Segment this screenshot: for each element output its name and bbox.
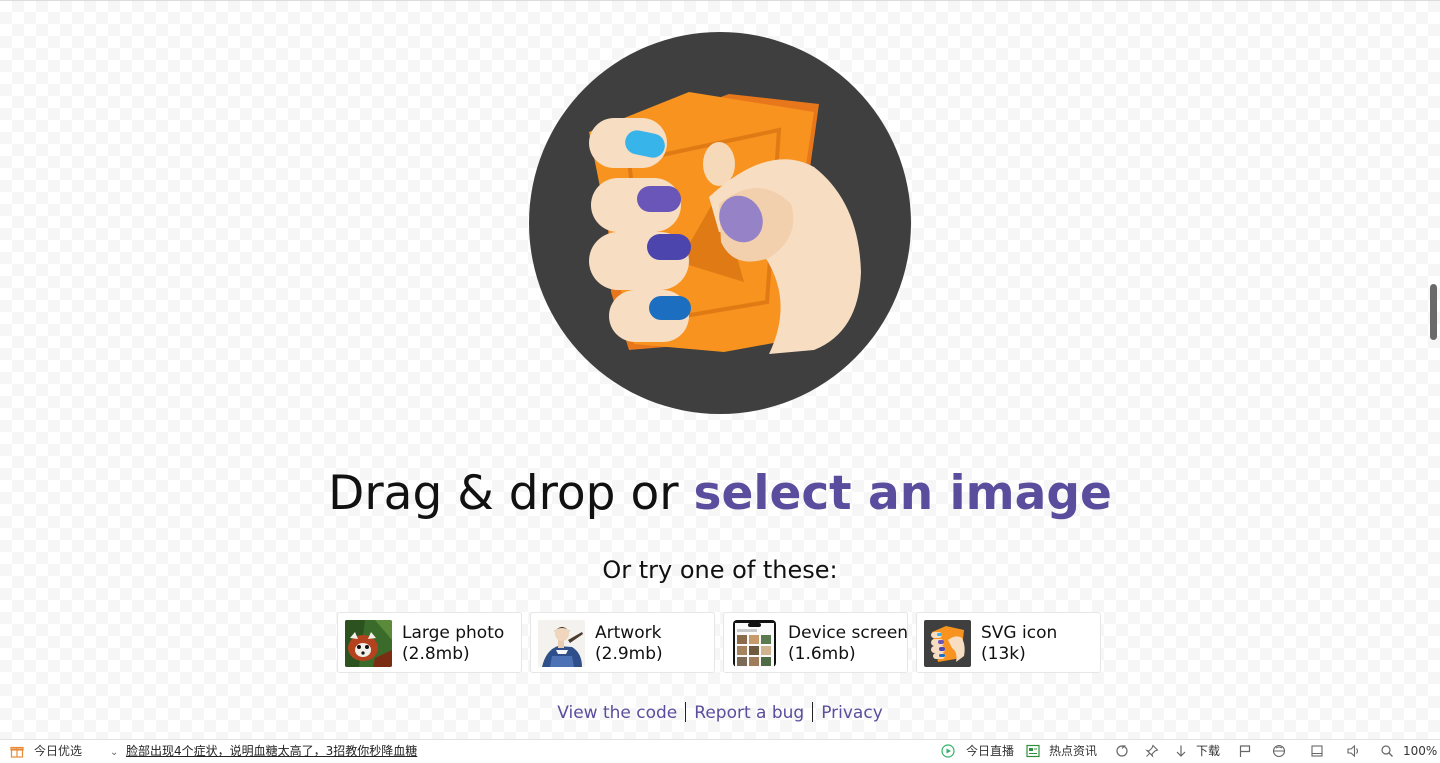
demo-size: (13k) bbox=[981, 644, 1026, 664]
refresh-icon[interactable] bbox=[1115, 744, 1129, 758]
footer-links: View the code Report a bug Privacy bbox=[0, 702, 1440, 723]
demo-name: SVG icon bbox=[981, 623, 1058, 643]
drop-prompt: Drag & drop or select an image bbox=[0, 466, 1440, 521]
play-icon[interactable] bbox=[941, 744, 955, 758]
demo-name: Artwork bbox=[595, 623, 662, 643]
view-code-link[interactable]: View the code bbox=[549, 703, 685, 723]
browser-status-bar: 今日优选 ⌄ 脸部出现4个症状，说明血糖太高了，3招教你秒降血糖 今日直播 热点… bbox=[0, 739, 1440, 763]
pin-icon[interactable] bbox=[1145, 744, 1159, 758]
device-screen-thumbnail bbox=[731, 620, 778, 667]
demo-device-screen-button[interactable]: Device screen (1.6mb) bbox=[723, 612, 908, 673]
download-icon[interactable] bbox=[1174, 744, 1188, 758]
demo-name: Large photo bbox=[402, 623, 505, 643]
demo-size: (2.8mb) bbox=[402, 644, 470, 664]
artwork-thumbnail bbox=[538, 620, 585, 667]
report-bug-link[interactable]: Report a bug bbox=[686, 703, 812, 723]
zoom-icon[interactable] bbox=[1380, 744, 1394, 758]
scrollbar-thumb[interactable] bbox=[1430, 284, 1437, 340]
news-headline-link[interactable]: 脸部出现4个症状，说明血糖太高了，3招教你秒降血糖 bbox=[126, 744, 417, 759]
squoosh-logo-thumbnail bbox=[924, 620, 971, 667]
squoosh-logo[interactable] bbox=[529, 32, 911, 414]
download-label[interactable]: 下载 bbox=[1196, 744, 1220, 759]
demo-size: (1.6mb) bbox=[788, 644, 856, 664]
gift-icon[interactable] bbox=[10, 744, 24, 758]
select-image-link[interactable]: select an image bbox=[693, 466, 1111, 521]
flag-icon[interactable] bbox=[1238, 744, 1252, 758]
hot-news-label[interactable]: 热点资讯 bbox=[1049, 744, 1097, 759]
speaker-icon[interactable] bbox=[1346, 744, 1360, 758]
demo-svg-icon-button[interactable]: SVG icon (13k) bbox=[916, 612, 1101, 673]
window-icon[interactable] bbox=[1310, 744, 1324, 758]
chevron-down-icon[interactable]: ⌄ bbox=[110, 745, 118, 760]
demo-artwork-button[interactable]: Artwork (2.9mb) bbox=[530, 612, 715, 673]
demo-name: Device screen bbox=[788, 623, 909, 643]
privacy-link[interactable]: Privacy bbox=[813, 703, 891, 723]
demo-size: (2.9mb) bbox=[595, 644, 663, 664]
demo-large-photo-button[interactable]: Large photo (2.8mb) bbox=[337, 612, 522, 673]
demo-prompt: Or try one of these: bbox=[602, 556, 838, 584]
top-border bbox=[0, 0, 1440, 1]
live-label[interactable]: 今日直播 bbox=[966, 744, 1014, 759]
zoom-level[interactable]: 100% bbox=[1403, 744, 1437, 759]
news-icon[interactable] bbox=[1026, 744, 1040, 758]
browser-icon[interactable] bbox=[1272, 744, 1286, 758]
today-pick-label[interactable]: 今日优选 bbox=[34, 744, 82, 759]
drop-prompt-text: Drag & drop or bbox=[328, 466, 694, 521]
red-panda-thumbnail bbox=[345, 620, 392, 667]
